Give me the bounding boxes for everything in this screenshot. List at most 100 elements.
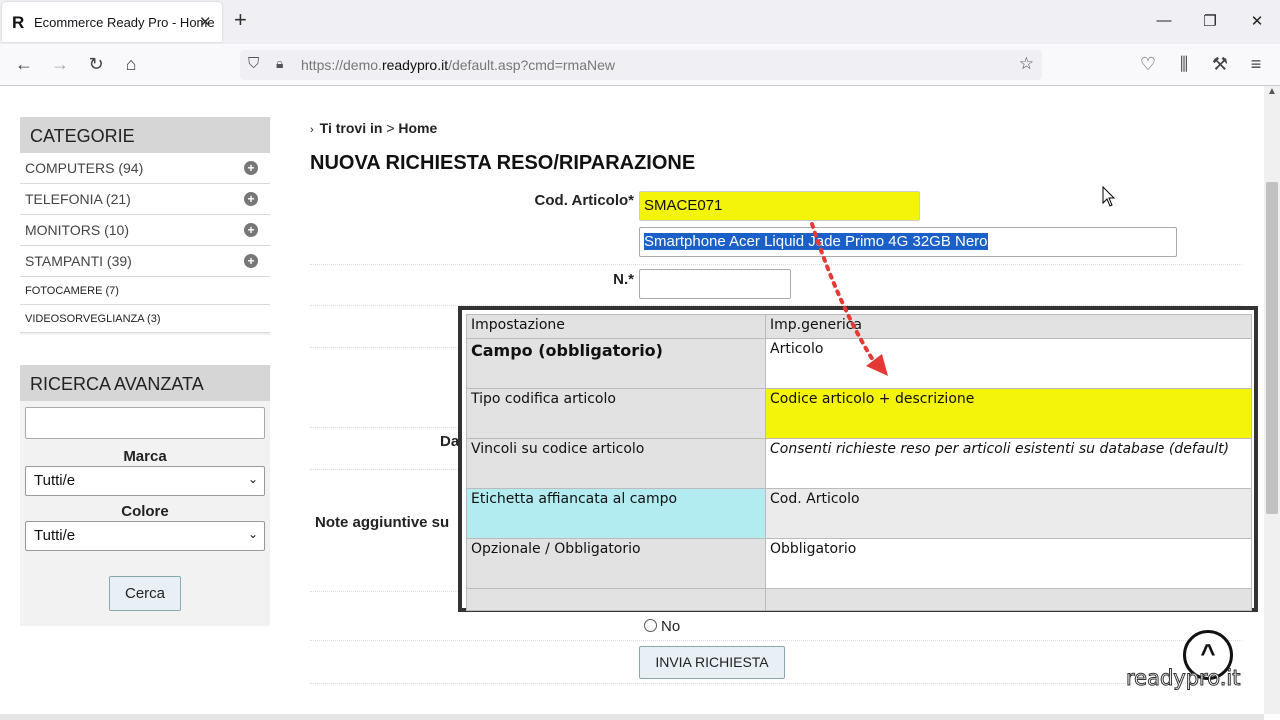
category-label: COMPUTERS (94): [25, 160, 144, 176]
browser-nav-bar: ← → ↻ ⌂ ⛉ 🔒︎ https://demo.readypro.it/de…: [0, 44, 1280, 86]
mouse-cursor-icon: [1102, 185, 1116, 213]
submit-request-button[interactable]: INVIA RICHIESTA: [639, 646, 785, 679]
readypro-logo[interactable]: ^ readypro.it: [1125, 630, 1246, 691]
restore-icon[interactable]: ❐: [1200, 12, 1220, 30]
menu-icon[interactable]: ≡: [1245, 54, 1267, 74]
n-label: N.*: [613, 271, 634, 288]
advanced-search-title: RICERCA AVANZATA: [20, 365, 270, 401]
cod-articolo-input[interactable]: SMACE071: [639, 191, 920, 221]
category-item-monitors[interactable]: MONITORS (10) +: [20, 215, 270, 246]
radio-circle-icon[interactable]: [644, 619, 657, 632]
categories-box: CATEGORIE COMPUTERS (94) + TELEFONIA (21)…: [20, 117, 270, 335]
settings-table: Impostazione Imp.generica Campo (obbliga…: [466, 314, 1252, 611]
empty-cell: [466, 588, 766, 611]
category-item-videosorveglianza[interactable]: VIDEOSORVEGLIANZA (3): [20, 305, 270, 333]
new-tab-icon[interactable]: +: [234, 9, 247, 31]
value-vincoli[interactable]: Consenti richieste reso per articoli esi…: [765, 438, 1252, 489]
category-item-telefonia[interactable]: TELEFONIA (21) +: [20, 184, 270, 215]
breadcrumb-home-link[interactable]: Home: [398, 120, 437, 136]
scroll-up-icon[interactable]: ▲: [1264, 86, 1280, 97]
header-imp-generica: Imp.generica: [765, 314, 1252, 339]
readypro-logo-text: readypro.it: [1125, 666, 1241, 691]
empty-cell: [765, 588, 1252, 611]
page-title: NUOVA RICHIESTA RESO/RIPARAZIONE: [310, 152, 696, 174]
breadcrumb-chevron-icon: ›: [310, 124, 314, 136]
value-campo[interactable]: Articolo: [765, 338, 1252, 389]
url-path: /default.asp?cmd=rmaNew: [448, 57, 616, 73]
setting-etichetta: Etichetta affiancata al campo: [466, 488, 766, 539]
cod-articolo-label: Cod. Articolo*: [534, 192, 634, 209]
tracking-shield-icon[interactable]: ⛉: [248, 55, 259, 72]
partial-label-note: Note aggiuntive su: [315, 514, 450, 531]
description-input[interactable]: Smartphone Acer Liquid Jade Primo 4G 32G…: [639, 227, 1177, 257]
category-label: STAMPANTI (39): [25, 253, 132, 269]
radio-no[interactable]: No: [644, 618, 680, 635]
bookmark-star-icon[interactable]: ☆: [1019, 54, 1034, 74]
category-label: MONITORS (10): [25, 222, 129, 238]
search-button[interactable]: Cerca: [109, 576, 181, 611]
brand-select[interactable]: Tutti/e ⌄: [25, 466, 265, 496]
breadcrumb-separator: >: [386, 120, 395, 136]
browser-tab[interactable]: R Ecommerce Ready Pro - Home ✕: [2, 2, 222, 42]
pocket-icon[interactable]: ♡: [1137, 54, 1159, 74]
readypro-favicon-icon: R: [12, 13, 25, 32]
minimize-icon[interactable]: —: [1154, 12, 1174, 29]
value-opzionale[interactable]: Obbligatorio: [765, 538, 1252, 589]
category-label: VIDEOSORVEGLIANZA (3): [25, 313, 161, 325]
setting-campo: Campo (obbligatorio): [466, 338, 766, 389]
back-icon[interactable]: ←: [13, 54, 35, 74]
horizontal-scrollbar[interactable]: [0, 714, 1264, 720]
divider: [310, 683, 1242, 684]
color-select-value: Tutti/e: [34, 527, 76, 544]
url-host: readypro.it: [381, 57, 449, 73]
vertical-scrollbar[interactable]: ▲: [1264, 86, 1280, 714]
categories-list: COMPUTERS (94) + TELEFONIA (21) + MONITORS…: [20, 153, 270, 333]
url-text[interactable]: https://demo.readypro.it/default.asp?cmd…: [301, 57, 615, 73]
expand-plus-icon[interactable]: +: [244, 223, 258, 237]
url-prefix: https://demo.: [301, 57, 382, 73]
expand-plus-icon[interactable]: +: [244, 254, 258, 268]
extensions-icon[interactable]: ⚒: [1209, 54, 1231, 74]
header-impostazione: Impostazione: [466, 314, 766, 339]
library-icon[interactable]: ⫼: [1173, 54, 1195, 74]
color-label: Colore: [121, 503, 169, 520]
lock-icon[interactable]: 🔒︎: [276, 55, 283, 72]
settings-overlay-panel: Impostazione Imp.generica Campo (obbliga…: [458, 306, 1258, 612]
setting-tipo-codifica: Tipo codifica articolo: [466, 388, 766, 439]
selected-description-text: Smartphone Acer Liquid Jade Primo 4G 32G…: [644, 233, 988, 250]
brand-label: Marca: [123, 448, 167, 465]
category-item-fotocamere[interactable]: FOTOCAMERE (7): [20, 277, 270, 305]
browser-tab-bar: R Ecommerce Ready Pro - Home ✕ + — ❐ ✕: [0, 0, 1280, 44]
brand-select-value: Tutti/e: [34, 472, 76, 489]
tab-close-icon[interactable]: ✕: [199, 13, 212, 31]
category-label: TELEFONIA (21): [25, 191, 131, 207]
categories-title: CATEGORIE: [20, 117, 270, 153]
window-close-icon[interactable]: ✕: [1247, 12, 1267, 30]
search-input[interactable]: [25, 407, 265, 439]
expand-plus-icon[interactable]: +: [244, 161, 258, 175]
chevron-down-icon: ⌄: [247, 472, 258, 486]
forward-icon[interactable]: →: [49, 54, 71, 74]
chevron-down-icon: ⌄: [247, 527, 258, 541]
setting-opzionale: Opzionale / Obbligatorio: [466, 538, 766, 589]
advanced-search-box: RICERCA AVANZATA Marca Tutti/e ⌄ Colore T…: [20, 365, 270, 626]
radio-no-label: No: [661, 618, 681, 635]
category-item-computers[interactable]: COMPUTERS (94) +: [20, 153, 270, 184]
url-bar[interactable]: ⛉ 🔒︎ https://demo.readypro.it/default.as…: [240, 50, 1042, 80]
reload-icon[interactable]: ↻: [85, 54, 107, 74]
divider: [310, 640, 1242, 641]
value-etichetta[interactable]: Cod. Articolo: [765, 488, 1252, 539]
divider: [310, 264, 1242, 265]
breadcrumb: › Ti trovi in > Home: [310, 120, 437, 136]
tab-title: Ecommerce Ready Pro - Home: [34, 15, 215, 30]
category-item-stampanti[interactable]: STAMPANTI (39) +: [20, 246, 270, 277]
n-input[interactable]: [639, 269, 791, 299]
scrollbar-thumb[interactable]: [1266, 182, 1278, 514]
expand-plus-icon[interactable]: +: [244, 192, 258, 206]
category-label: FOTOCAMERE (7): [25, 285, 119, 297]
color-select[interactable]: Tutti/e ⌄: [25, 521, 265, 551]
value-tipo-codifica[interactable]: Codice articolo + descrizione: [765, 388, 1252, 439]
home-icon[interactable]: ⌂: [120, 54, 142, 74]
setting-vincoli: Vincoli su codice articolo: [466, 438, 766, 489]
breadcrumb-prefix: Ti trovi in: [319, 120, 383, 136]
